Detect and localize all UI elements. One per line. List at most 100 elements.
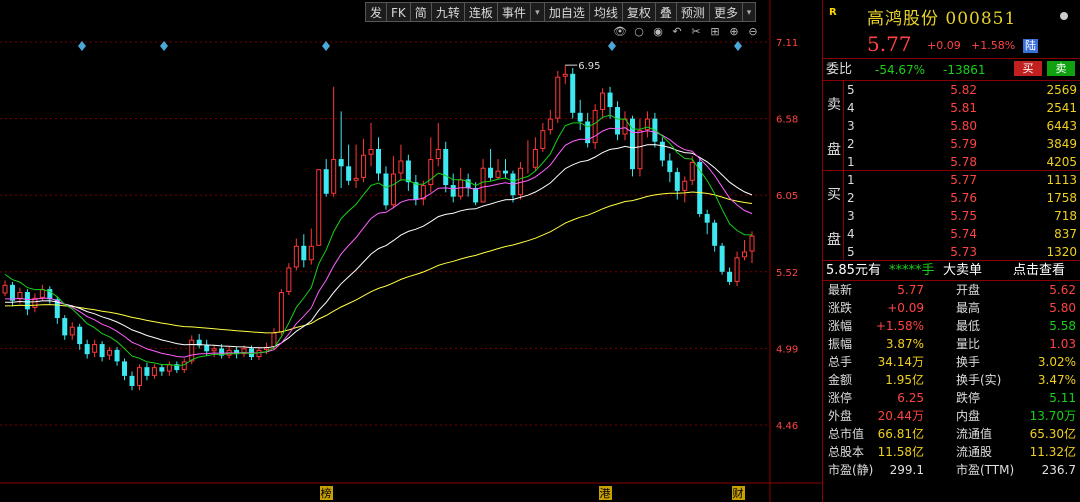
ask-level-5[interactable]: 5 5.82 2569 <box>847 81 1079 99</box>
tb-event-dropdown[interactable]: ▾ <box>529 2 544 22</box>
candle-body <box>84 344 90 355</box>
candle-body <box>286 267 292 293</box>
candle-body <box>712 222 718 246</box>
big-order-price: 5.85元有 <box>826 263 881 278</box>
weibi-label: 委比 <box>826 62 853 77</box>
big-order-kind: 大卖单 <box>943 263 983 278</box>
candle-body <box>62 318 68 336</box>
candle-body <box>674 172 680 191</box>
candle-body <box>338 159 344 167</box>
bid-side-label-1: 买 <box>827 186 841 203</box>
candle-body <box>562 73 568 77</box>
candle-body <box>413 182 419 200</box>
candle-body <box>383 173 389 206</box>
bid-level-1[interactable]: 1 5.77 1113 <box>847 171 1079 189</box>
zoom-in-icon[interactable]: ⊕ <box>727 25 741 39</box>
quote-row: 涨幅 +1.58% 最低 5.58 <box>823 317 1080 335</box>
tb-overlay-button[interactable]: 叠 <box>654 2 676 22</box>
y-tick-label: 7.11 <box>776 38 798 49</box>
chart-toolbar: 发 FK 简 九转 连板 事件 ▾ 加自选 均线 复权 叠 预测 更多 ▾ <box>365 2 756 22</box>
circle-icon[interactable]: ○ <box>632 25 646 39</box>
tb-more-button[interactable]: 更多 <box>708 2 742 22</box>
ask-book: 卖盘 5 5.82 2569 4 5.81 2541 3 5.80 6443 2 5.79 3849 1… <box>823 80 1080 171</box>
quick-sell-button[interactable]: 卖 <box>1047 61 1075 76</box>
market-tag: 陆 <box>1023 39 1038 53</box>
candle-body <box>488 167 494 178</box>
candle-body <box>473 187 479 203</box>
quote-value: +0.09 <box>887 301 924 315</box>
event-diamond-marker <box>78 41 86 51</box>
quote-value: +1.58% <box>875 319 924 333</box>
big-order-qty: *****手 <box>889 263 935 278</box>
candle-body <box>547 118 553 131</box>
level-index: 2 <box>847 137 855 151</box>
ask-level-2[interactable]: 2 5.79 3849 <box>847 135 1079 153</box>
tb-more-dropdown[interactable]: ▾ <box>741 2 756 22</box>
candle-body <box>592 109 598 144</box>
record-icon[interactable]: ◉ <box>651 25 665 39</box>
tb-add-watchlist-button[interactable]: 加自选 <box>543 2 589 22</box>
ask-level-4[interactable]: 4 5.81 2541 <box>847 99 1079 117</box>
quote-value: 6.25 <box>897 391 924 405</box>
candle-body <box>734 257 740 282</box>
level-price: 5.81 <box>950 101 977 115</box>
tb-fk-button[interactable]: FK <box>386 2 410 22</box>
ask-side-label-2: 盘 <box>827 141 841 158</box>
quote-row: 市盈(静) 299.1 市盈(TTM) 236.7 <box>823 461 1080 479</box>
tb-ma-button[interactable]: 均线 <box>588 2 622 22</box>
tb-simple-button[interactable]: 简 <box>409 2 431 22</box>
bid-level-2[interactable]: 2 5.76 1758 <box>847 189 1079 207</box>
candle-body <box>607 92 613 108</box>
ask-level-3[interactable]: 3 5.80 6443 <box>847 117 1079 135</box>
tb-lianban-button[interactable]: 连板 <box>463 2 497 22</box>
level-price: 5.79 <box>950 137 977 151</box>
zoom-out-icon[interactable]: ⊖ <box>746 25 760 39</box>
bid-level-3[interactable]: 3 5.75 718 <box>847 207 1079 225</box>
quote-value-2: 13.70万 <box>1029 409 1076 423</box>
quote-label-2: 开盘 <box>956 283 981 297</box>
quote-label-2: 流通股 <box>956 445 993 459</box>
quote-value: 1.95亿 <box>885 373 924 387</box>
tb-adjust-button[interactable]: 复权 <box>621 2 655 22</box>
candle-body <box>39 289 45 298</box>
kline-chart-area[interactable]: 7.11 6.58 6.05 5.52 4.99 4.46 6.95 榜 港 财 发 FK 简 九… <box>0 0 822 502</box>
candle-body <box>540 130 546 149</box>
level-volume: 2569 <box>1046 83 1077 97</box>
quote-value-2: 11.32亿 <box>1029 445 1076 459</box>
eye-icon[interactable]: 👁 <box>613 25 627 39</box>
event-tag-3: 财 <box>733 486 744 500</box>
chart-tool-icons: 👁 ○ ◉ ↶ ✂ ⊞ ⊕ ⊖ <box>613 25 760 39</box>
quote-row: 涨跌 +0.09 最高 5.80 <box>823 299 1080 317</box>
level-index: 3 <box>847 209 855 223</box>
big-order-row[interactable]: 5.85元有 *****手 大卖单 点击查看 <box>823 260 1080 280</box>
quote-row: 外盘 20.44万 内盘 13.70万 <box>823 407 1080 425</box>
candle-body <box>517 167 523 196</box>
candle-body <box>204 345 210 352</box>
bid-level-4[interactable]: 4 5.74 837 <box>847 225 1079 243</box>
candle-body <box>69 326 75 336</box>
level-index: 3 <box>847 119 855 133</box>
grid-icon[interactable]: ⊞ <box>708 25 722 39</box>
tb-jiuzhuan-button[interactable]: 九转 <box>430 2 464 22</box>
candle-body <box>92 344 98 353</box>
candle-body <box>637 130 643 170</box>
candle-body <box>353 177 359 181</box>
big-order-view-link[interactable]: 点击查看 <box>1013 261 1065 281</box>
kline-chart[interactable]: 7.11 6.58 6.05 5.52 4.99 4.46 6.95 榜 港 财 <box>0 0 822 502</box>
ask-level-1[interactable]: 1 5.78 4205 <box>847 153 1079 171</box>
candle-body <box>301 245 307 261</box>
bid-level-5[interactable]: 5 5.73 1320 <box>847 243 1079 261</box>
candle-body <box>99 344 105 358</box>
undo-icon[interactable]: ↶ <box>670 25 684 39</box>
level-price: 5.78 <box>950 155 977 169</box>
quote-row: 总股本 11.58亿 流通股 11.32亿 <box>823 443 1080 461</box>
tb-fa-button[interactable]: 发 <box>365 2 387 22</box>
tb-forecast-button[interactable]: 预测 <box>675 2 709 22</box>
menu-dot-icon[interactable] <box>1060 12 1068 20</box>
price-change: +0.09 <box>927 39 961 52</box>
tb-event-button[interactable]: 事件 <box>496 2 530 22</box>
level-volume: 6443 <box>1046 119 1077 133</box>
stock-title: 高鸿股份 000851 <box>867 9 1017 29</box>
quick-buy-button[interactable]: 买 <box>1014 61 1042 76</box>
scissors-icon[interactable]: ✂ <box>689 25 703 39</box>
